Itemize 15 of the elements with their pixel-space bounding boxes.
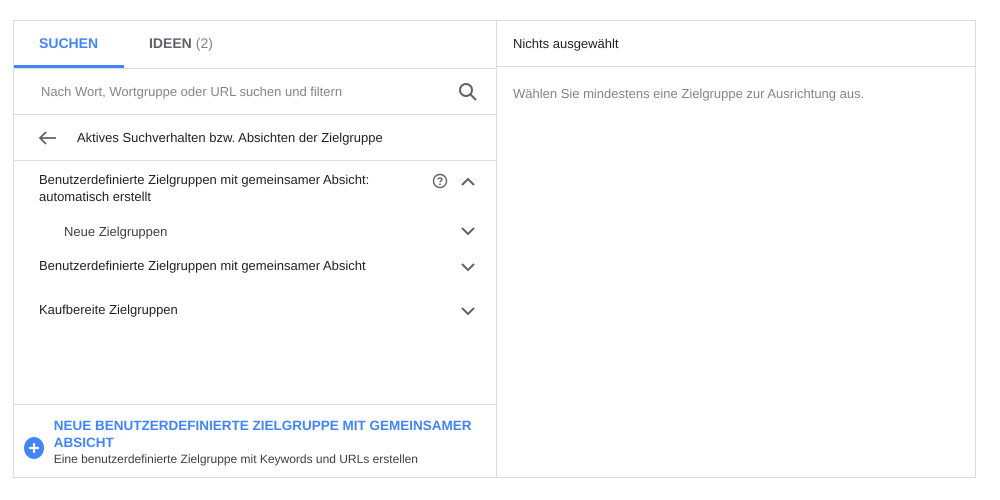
back-arrow-icon[interactable] [39,130,57,144]
selection-title: Nichts ausgewählt [513,36,618,51]
create-audience-description: Eine benutzerdefinierte Zielgruppe mit Keywords und URLs erstellen [54,452,419,466]
help-icon[interactable] [430,171,450,191]
category-label: Benutzerdefinierte Zielgruppen mit gemeinsamer Absicht [39,257,367,274]
subcategory-label: Neue Zielgruppen [64,222,168,240]
tab[interactable]: SUCHEN [14,21,124,68]
empty-message: Wählen Sie mindestens eine Zielgruppe zur Ausrichtung aus. [512,85,866,103]
create-audience-link[interactable]: NEUE BENUTZERDEFINIERTE ZIELGRUPPE MIT GEMEINSAMER ABSICHT [54,416,486,450]
category-label: Kaufbereite Zielgruppen [39,301,179,318]
tab[interactable]: IDEEN (2) [124,21,238,68]
search-icon[interactable] [458,82,478,102]
category-label: Benutzerdefinierte Zielgruppen mit gemeinsamer Absicht: automatisch erstellt [39,171,370,205]
add-icon[interactable] [24,437,44,459]
breadcrumb-title: Aktives Suchverhalten bzw. Absichten der Zielgruppe [77,130,383,145]
